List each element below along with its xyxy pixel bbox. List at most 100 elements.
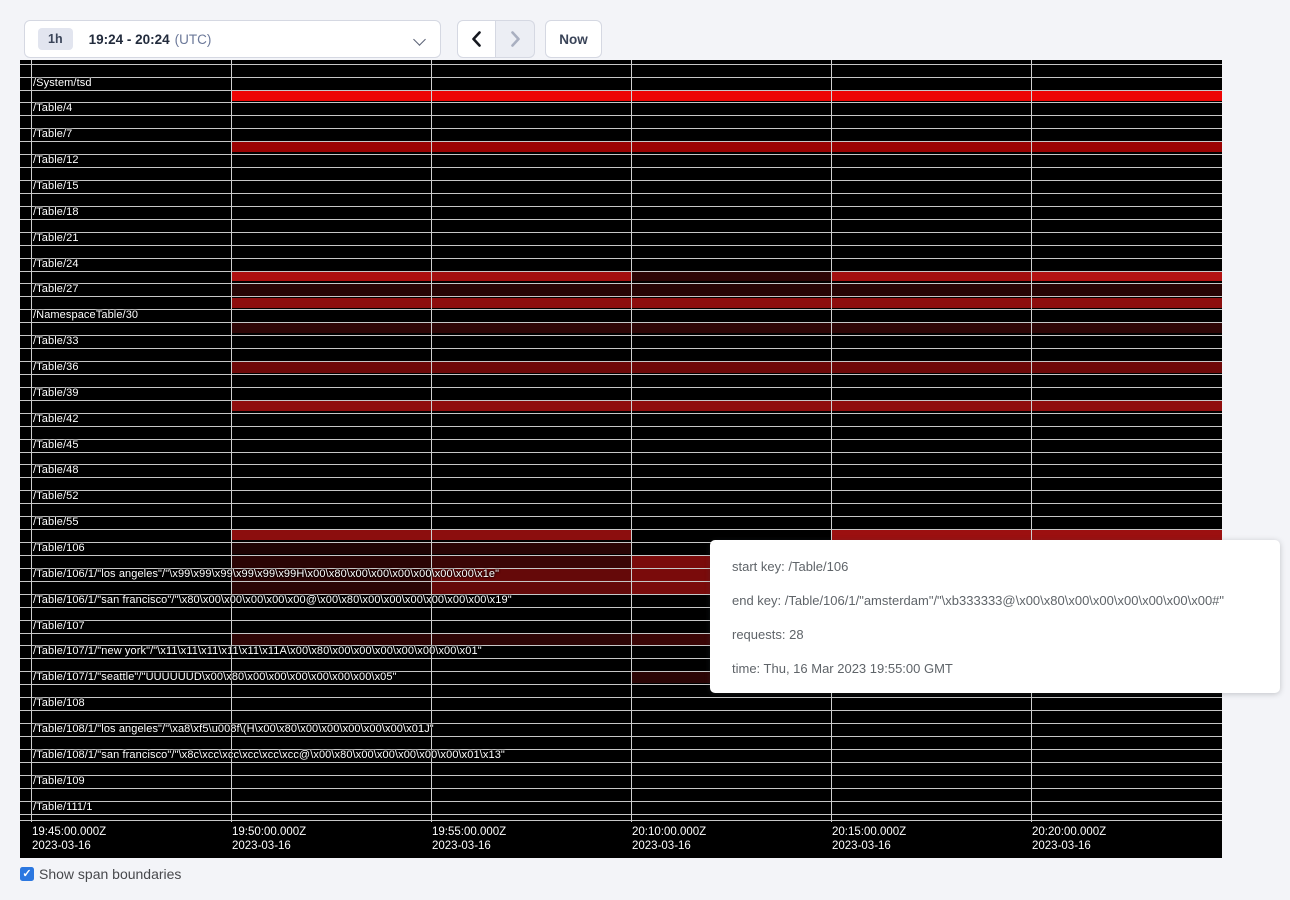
- time-bucket-line: [431, 60, 432, 822]
- heat-band: [631, 362, 831, 373]
- span-boundary-line: [20, 820, 1222, 821]
- heat-band: [431, 91, 631, 101]
- heat-band: [831, 362, 1031, 373]
- time-nav-group: [457, 20, 535, 58]
- span-boundary-line: [20, 516, 1222, 517]
- heat-band: [231, 362, 431, 373]
- row-label: /Table/106/1/"san francisco"/"\x80\x00\x…: [33, 594, 512, 607]
- span-boundary-line: [20, 762, 1222, 763]
- span-boundary-line: [20, 206, 1222, 207]
- row-label: /Table/107: [33, 620, 85, 633]
- heat-band: [431, 271, 631, 281]
- key-visualizer-heatmap[interactable]: /System/tsd/Table/4/Table/7/Table/12/Tab…: [20, 60, 1222, 858]
- span-boundary-line: [20, 245, 1222, 246]
- heat-band: [231, 284, 431, 296]
- heat-band: [831, 91, 1031, 101]
- span-boundary-line: [20, 452, 1222, 453]
- span-boundary-line: [20, 219, 1222, 220]
- row-label: /Table/18: [33, 206, 79, 219]
- span-boundary-line: [20, 348, 1222, 349]
- time-bucket-line: [31, 60, 32, 822]
- heat-band: [431, 298, 631, 308]
- time-bucket-line: [631, 60, 632, 822]
- heat-band: [431, 582, 631, 594]
- span-boundaries-row: ✓ Show span boundaries: [20, 866, 181, 882]
- row-label: /NamespaceTable/30: [33, 309, 138, 322]
- span-boundary-line: [20, 167, 1222, 168]
- row-label: /Table/42: [33, 413, 79, 426]
- time-bucket-line: [231, 60, 232, 822]
- span-boundary-line: [20, 426, 1222, 427]
- row-label: /Table/52: [33, 490, 79, 503]
- tooltip-time: time: Thu, 16 Mar 2023 19:55:00 GMT: [732, 659, 1258, 678]
- heat-band: [431, 556, 631, 568]
- row-label: /Table/55: [33, 516, 79, 529]
- tooltip-end-key: end key: /Table/106/1/"amsterdam"/"\xb33…: [732, 591, 1258, 610]
- heat-band: [831, 142, 1031, 152]
- row-label: /System/tsd: [33, 77, 92, 90]
- span-boundary-line: [20, 271, 1222, 272]
- span-boundary-line: [20, 529, 1222, 530]
- row-label: /Table/108/1/"los angeles"/"\xa8\xf5\u00…: [33, 723, 434, 736]
- heat-band: [631, 323, 831, 333]
- row-label: /Table/107/1/"new york"/"\x11\x11\x11\x1…: [33, 645, 482, 658]
- row-label: /Table/107/1/"seattle"/"UUUUUUD\x00\x80\…: [33, 671, 397, 684]
- heat-band: [231, 271, 431, 281]
- span-boundary-line: [20, 90, 1222, 91]
- row-label: /Table/4: [33, 102, 72, 115]
- span-boundary-line: [20, 374, 1222, 375]
- heat-band: [431, 634, 631, 645]
- next-interval-button[interactable]: [496, 20, 535, 58]
- span-boundary-line: [20, 309, 1222, 310]
- span-boundary-line: [20, 64, 1222, 65]
- prev-interval-button[interactable]: [457, 20, 496, 58]
- heat-band: [631, 271, 831, 281]
- row-label: /Table/27: [33, 283, 79, 296]
- heat-band: [1031, 530, 1222, 540]
- x-tick-label: 20:15:00.000Z2023-03-16: [832, 825, 906, 853]
- heat-band: [231, 543, 431, 554]
- heat-band: [1031, 271, 1222, 281]
- span-boundary-line: [20, 361, 1222, 362]
- time-bucket-line: [831, 60, 832, 822]
- row-label: /Table/33: [33, 335, 79, 348]
- row-label: /Table/108/1/"san francisco"/"\x8c\xcc\x…: [33, 749, 505, 762]
- time-range-select[interactable]: 1h 19:24 - 20:24 (UTC): [24, 20, 441, 58]
- span-boundary-line: [20, 180, 1222, 181]
- span-boundary-line: [20, 477, 1222, 478]
- span-boundary-line: [20, 697, 1222, 698]
- heat-band: [231, 298, 431, 308]
- row-label: /Table/106: [33, 542, 85, 555]
- heat-band: [631, 401, 831, 411]
- heat-band: [831, 271, 1031, 281]
- heat-band: [231, 401, 431, 411]
- heat-band: [1031, 284, 1222, 296]
- row-label: /Table/36: [33, 361, 79, 374]
- heat-band: [631, 298, 831, 308]
- heat-band: [831, 401, 1031, 411]
- heat-band: [231, 91, 431, 101]
- row-label: /Table/21: [33, 232, 79, 245]
- row-label: /Table/108: [33, 697, 85, 710]
- span-boundary-line: [20, 322, 1222, 323]
- now-button[interactable]: Now: [545, 20, 602, 58]
- heat-band: [831, 284, 1031, 296]
- span-boundary-line: [20, 102, 1222, 103]
- x-tick-label: 20:10:00.000Z2023-03-16: [632, 825, 706, 853]
- heat-band: [431, 530, 631, 540]
- show-span-boundaries-checkbox[interactable]: ✓: [20, 867, 34, 881]
- heat-band: [1031, 91, 1222, 101]
- span-boundary-line: [20, 154, 1222, 155]
- heat-band: [631, 142, 831, 152]
- span-boundary-line: [20, 283, 1222, 284]
- heat-band: [231, 142, 431, 152]
- heat-band: [431, 362, 631, 373]
- span-boundary-line: [20, 232, 1222, 233]
- show-span-boundaries-label: Show span boundaries: [39, 866, 181, 882]
- heat-band: [431, 323, 631, 333]
- span-boundary-line: [20, 413, 1222, 414]
- heat-band: [1031, 298, 1222, 308]
- x-tick-label: 19:45:00.000Z2023-03-16: [32, 825, 106, 853]
- chevron-down-icon: [413, 33, 426, 46]
- span-boundary-line: [20, 128, 1222, 129]
